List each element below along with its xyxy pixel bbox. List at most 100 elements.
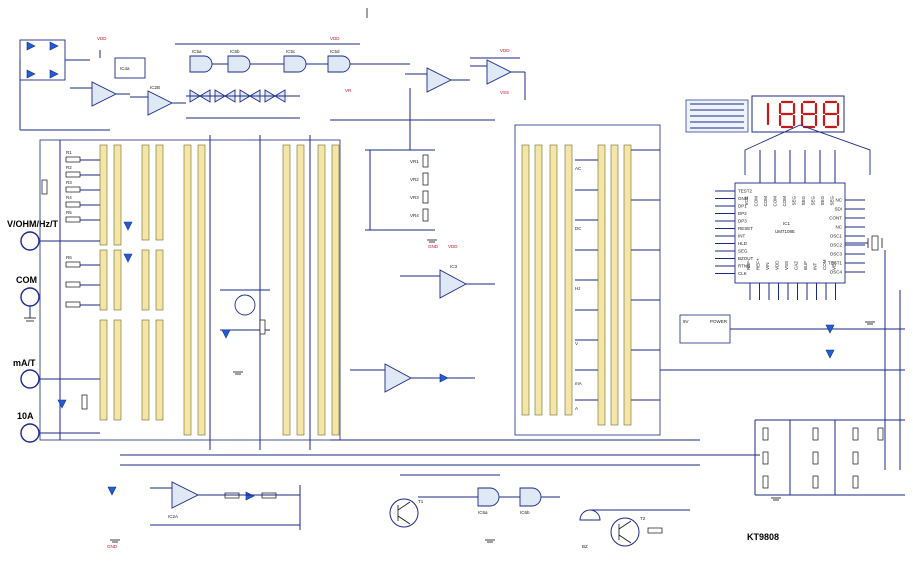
gate-ic5b: IC5b — [227, 49, 251, 73]
svg-text:mA: mA — [575, 381, 582, 386]
svg-text:IC5b: IC5b — [230, 49, 240, 54]
svg-text:BZ: BZ — [582, 544, 588, 549]
ic-pin-label: NC — [836, 198, 843, 203]
schematic-canvas: V/OHM/Hz/T COM mA/T 10A IC4a IC2B IC5a I… — [0, 0, 913, 571]
ic-pin-label: VDD — [775, 260, 780, 270]
svg-text:IC5c: IC5c — [286, 49, 296, 54]
ic-pin-label: INT — [738, 234, 746, 239]
ic-pin-label: SEG — [738, 249, 748, 254]
gate-ic5c: IC5c — [283, 49, 307, 73]
input-jack-v-ohm: V/OHM/Hz/T — [7, 219, 75, 251]
ic-block-top: IC4a — [99, 50, 146, 79]
ic-pin-label: DP3 — [738, 219, 747, 224]
svg-text:DC: DC — [575, 226, 582, 231]
svg-text:GND: GND — [428, 244, 439, 249]
svg-text:R4: R4 — [66, 195, 72, 200]
ic-pin-label: VSS — [784, 261, 789, 270]
svg-text:T1: T1 — [418, 499, 424, 504]
svg-text:R3: R3 — [66, 180, 72, 185]
svg-text:VR2: VR2 — [410, 177, 419, 182]
ic-pin-label: COM — [773, 196, 778, 207]
input-label-10a: 10A — [17, 411, 34, 421]
ic-pin-label: SEG — [792, 196, 797, 206]
ic-pin-label: CAZ — [794, 261, 799, 270]
input-label-v-ohm: V/OHM/Hz/T — [7, 219, 59, 229]
ic-pin-label: INT — [813, 263, 818, 271]
range-switch-strips-left — [99, 144, 340, 436]
transistor-t1: T1 — [389, 498, 424, 528]
svg-text:IC3: IC3 — [450, 264, 458, 269]
ic-pin-label: SEG — [820, 196, 825, 206]
svg-text:R1: R1 — [66, 150, 72, 155]
ic-pin-label: HLD — [738, 241, 748, 246]
svg-text:POWER: POWER — [710, 319, 728, 324]
input-jack-com: COM — [16, 275, 40, 322]
svg-text:IC6b: IC6b — [520, 510, 530, 515]
opamp-top-2 — [470, 59, 525, 85]
svg-text:A: A — [575, 406, 578, 411]
svg-text:R2: R2 — [66, 165, 72, 170]
lcd-display — [751, 95, 845, 133]
resistor-network-left: R1 R2 R3 R4 R5 R6 — [41, 150, 88, 410]
ic-pin-label: OSC2 — [830, 243, 843, 248]
ic-pin-label: DP2 — [738, 211, 747, 216]
ic-pin-label: REF+ — [756, 258, 761, 270]
svg-text:VSS: VSS — [500, 90, 509, 95]
svg-text:IC4a: IC4a — [120, 66, 130, 71]
ic-pin-label: CLK — [738, 271, 747, 276]
svg-text:VR3: VR3 — [410, 195, 419, 200]
ic-pin-label: CONT — [829, 216, 842, 221]
opamp-ic2b: IC2B — [130, 85, 186, 116]
ic-pin-label: COM — [782, 196, 787, 207]
ic-pin-label: COM — [763, 196, 768, 207]
ic-pin-label: NC — [836, 225, 843, 230]
gate-ic6b: IC6b — [519, 487, 542, 515]
ic-pin-label: SDI — [834, 207, 842, 212]
ic-pin-label: SEG — [830, 196, 835, 206]
ic-pin-label: SEG — [801, 196, 806, 206]
svg-text:R5: R5 — [66, 210, 72, 215]
circuit-schematic: V/OHM/Hz/T COM mA/T 10A IC4a IC2B IC5a I… — [7, 8, 905, 549]
svg-text:IC6a: IC6a — [478, 510, 488, 515]
svg-text:IC2A: IC2A — [168, 514, 178, 519]
ic-pin-label: TEST2 — [738, 189, 753, 194]
svg-text:VDD: VDD — [97, 36, 107, 41]
svg-text:VDD: VDD — [448, 244, 458, 249]
ic-pin-label: VIN — [765, 262, 770, 270]
input-label-com: COM — [16, 275, 37, 285]
svg-text:V: V — [575, 341, 578, 346]
ic-pin-label: OSC1 — [830, 234, 843, 239]
svg-text:Hz: Hz — [575, 286, 581, 291]
opamp-mid — [350, 363, 475, 393]
svg-text:VR4: VR4 — [410, 213, 419, 218]
ic-pin-label: REF- — [746, 259, 751, 270]
svg-text:VR1: VR1 — [410, 159, 419, 164]
vr-ladder: VR1 VR2 VR3 VR4 — [365, 149, 435, 231]
svg-text:T2: T2 — [640, 516, 646, 521]
ic-pin-label: RESET — [738, 226, 753, 231]
fet-stage — [220, 289, 270, 339]
segment-resistor-array — [685, 99, 749, 133]
analog-switch-array — [186, 89, 300, 119]
ic-pin-label: VCC — [744, 195, 749, 205]
opamp-top-1 — [405, 67, 470, 93]
resistor-grid-right — [754, 419, 905, 496]
svg-text:UM7108E: UM7108E — [775, 229, 795, 234]
ic-pin-label: OSC3 — [830, 252, 843, 257]
ic-pin-label: SEG — [811, 196, 816, 206]
opamp-ic3: IC3 — [400, 264, 495, 299]
buzzer: BZ — [579, 509, 601, 549]
ic-pin-label: BUF — [803, 261, 808, 270]
opamp-ic4a — [70, 81, 130, 107]
svg-text:9V: 9V — [683, 319, 689, 324]
opamp-ic2a: IC2A — [150, 481, 220, 519]
crystal-oscillator — [845, 235, 883, 251]
input-jack-10a: 10A — [17, 411, 75, 443]
ic-pin-label: COM — [754, 196, 759, 207]
svg-text:AC: AC — [575, 166, 582, 171]
svg-text:IC1: IC1 — [783, 221, 791, 226]
input-label-ma: mA/T — [13, 358, 36, 368]
model-label: KT9808 — [747, 532, 779, 542]
svg-text:IC5d: IC5d — [330, 49, 340, 54]
svg-text:VDD: VDD — [500, 48, 510, 53]
